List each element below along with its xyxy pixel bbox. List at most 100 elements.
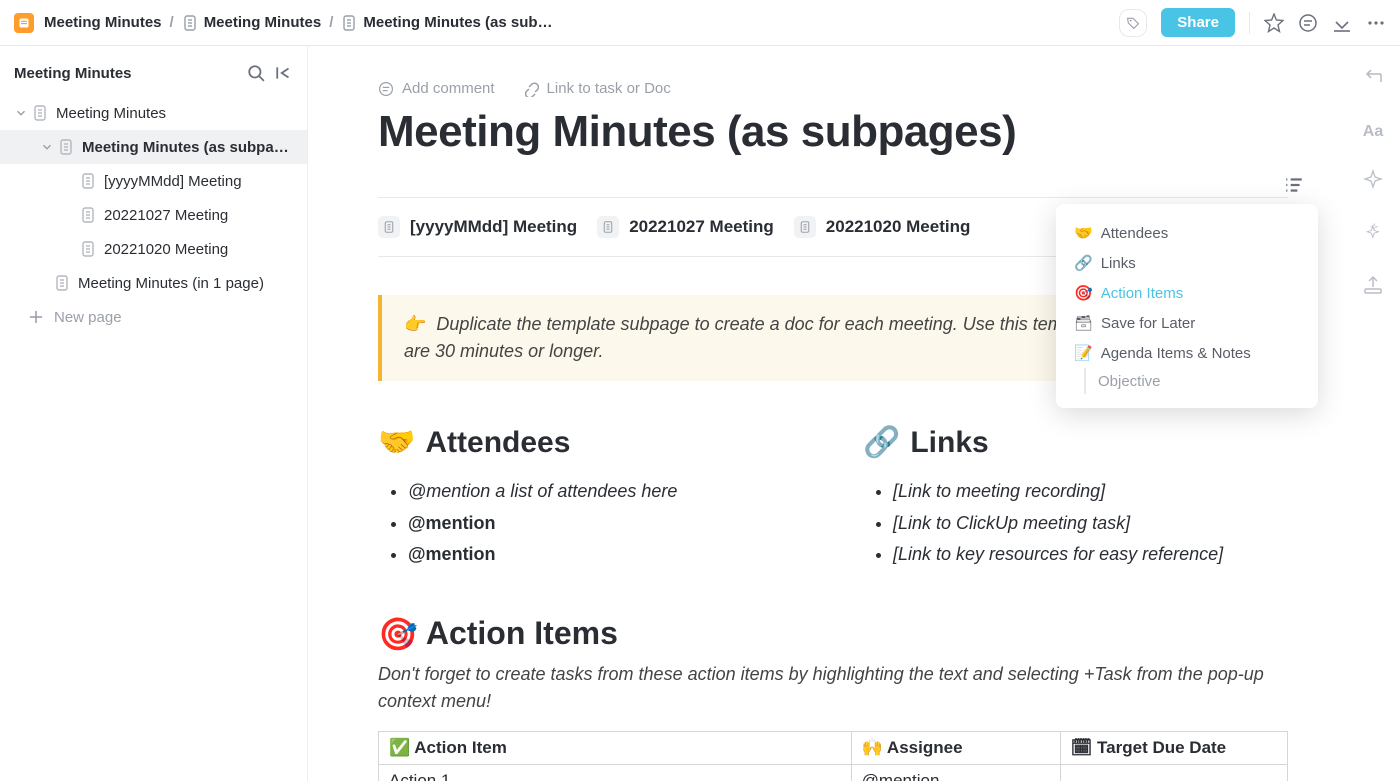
list-item[interactable]: [Link to meeting recording] [893,476,1288,508]
sidebar-title: Meeting Minutes [14,65,237,82]
comments-icon[interactable] [1298,13,1318,33]
tree-label: 20221020 Meeting [104,241,228,258]
table-header: 🗓 Target Due Date [1060,731,1287,764]
table-header: 🙌 Assignee [851,731,1060,764]
app-icon[interactable] [14,13,34,33]
attendees-section: 🤝Attendees @mention a list of attendees … [378,425,803,571]
toc-item-agenda[interactable]: 📝Agenda Items & Notes [1064,338,1310,368]
link-emoji-icon: 🔗 [863,425,900,460]
rail-outdent-icon[interactable] [1363,70,1383,95]
subpage-chip[interactable]: 20221027 Meeting [597,216,774,238]
divider [1249,12,1250,34]
tree-label: Meeting Minutes [56,105,166,122]
search-icon[interactable] [247,64,265,82]
section-subtext: Don't forget to create tasks from these … [378,661,1288,715]
doc-icon [80,241,96,257]
link-task-button[interactable]: Link to task or Doc [523,80,671,97]
tree-label: [yyyyMMdd] Meeting [104,173,242,190]
breadcrumb-sep: / [170,14,174,31]
download-icon[interactable] [1332,13,1352,33]
topbar: Meeting Minutes / Meeting Minutes / Meet… [0,0,1400,46]
subpage-label: 20221027 Meeting [629,217,774,237]
sidebar: Meeting Minutes Meeting Minutes Meeting … [0,46,308,781]
chevron-down-icon [14,106,28,120]
more-icon[interactable] [1366,13,1386,33]
table-cell[interactable]: Action 1 [379,764,852,781]
breadcrumb-root[interactable]: Meeting Minutes [44,14,162,31]
subpage-chip[interactable]: [yyyyMMdd] Meeting [378,216,577,238]
link-emoji-icon: 🔗 [1074,254,1093,272]
toc-icon [1284,176,1304,194]
rail-ai-icon[interactable] [1363,169,1383,194]
table-cell[interactable]: @mention [851,764,1060,781]
toc-item-attendees[interactable]: 🤝Attendees [1064,218,1310,248]
breadcrumb-label: Meeting Minutes [44,14,162,31]
subpage-label: [yyyyMMdd] Meeting [410,217,577,237]
main: Add comment Link to task or Doc Meeting … [308,46,1400,781]
toc-label: Attendees [1101,225,1169,242]
doc-icon [383,221,395,233]
subpage-chip[interactable]: 20221020 Meeting [794,216,971,238]
table-cell[interactable] [1060,764,1287,781]
plus-icon [28,309,44,325]
toc-label: Objective [1098,373,1161,390]
section-heading: Attendees [425,426,570,460]
doc-icon [182,15,198,31]
meta-label: Link to task or Doc [547,80,671,97]
rail-export-icon[interactable] [1363,275,1383,300]
doc-icon [80,173,96,189]
list-item[interactable]: [Link to ClickUp meeting task] [893,508,1288,540]
tree-label: Meeting Minutes (in 1 page) [78,275,264,292]
list-item[interactable]: @mention [408,539,803,571]
add-comment-button[interactable]: Add comment [378,80,495,97]
section-heading: Action Items [426,615,618,652]
point-right-icon: 👉 [404,314,426,334]
inbox-icon: 🗃 [1074,314,1093,332]
favorite-icon[interactable] [1264,13,1284,33]
tree-item-subpages[interactable]: Meeting Minutes (as subpages) [0,130,307,164]
collapse-sidebar-icon[interactable] [275,64,293,82]
toc-item-save-later[interactable]: 🗃Save for Later [1064,308,1310,338]
meta-label: Add comment [402,80,495,97]
list-item[interactable]: @mention [408,508,803,540]
page-title[interactable]: Meeting Minutes (as subpages) [378,107,1288,157]
toc-toggle[interactable] [1284,176,1304,199]
toc-item-action-items[interactable]: 🎯 Action Items [1064,278,1310,308]
list-item[interactable]: [Link to key resources for easy referenc… [893,539,1288,571]
links-section: 🔗 Links [Link to meeting recording] [Link… [863,425,1288,571]
table-row[interactable]: Action 1 @mention [379,764,1288,781]
tree-item-leaf[interactable]: 20221020 Meeting [0,232,307,266]
subpage-label: 20221020 Meeting [826,217,971,237]
doc-icon [80,207,96,223]
toc-item-links[interactable]: 🔗Links [1064,248,1310,278]
action-items-table: ✅ Action Item 🙌 Assignee 🗓 Target Due Da… [378,731,1288,781]
tree-item-root[interactable]: Meeting Minutes [0,96,307,130]
new-page-label: New page [54,309,122,326]
target-icon: 🎯 [1074,284,1093,302]
section-heading: Links [910,426,988,460]
breadcrumb-label: Meeting Minutes [204,14,322,31]
link-icon [523,81,539,97]
right-rail: Aa [1346,46,1400,781]
breadcrumb-current[interactable]: Meeting Minutes (as sub… [341,14,552,31]
share-button[interactable]: Share [1161,8,1235,37]
tree-label: Meeting Minutes (as subpages) [82,139,297,156]
comment-icon [378,81,394,97]
tree-item-leaf[interactable]: 20221027 Meeting [0,198,307,232]
doc-icon [58,139,74,155]
table-header: ✅ Action Item [379,731,852,764]
chevron-down-icon [40,140,54,154]
rail-sparkles-icon[interactable] [1363,222,1383,247]
toc-label: Action Items [1101,285,1184,302]
memo-icon: 📝 [1074,344,1093,362]
toc-item-objective[interactable]: Objective [1084,368,1310,394]
tag-button[interactable] [1119,9,1147,37]
doc-icon [54,275,70,291]
breadcrumb-mid[interactable]: Meeting Minutes [182,14,322,31]
list-item[interactable]: @mention a list of attendees here [408,476,803,508]
tree-item-sibling[interactable]: Meeting Minutes (in 1 page) [0,266,307,300]
target-icon: 🎯 [378,615,418,653]
new-page-button[interactable]: New page [0,300,307,334]
tree-item-leaf[interactable]: [yyyyMMdd] Meeting [0,164,307,198]
rail-typography-icon[interactable]: Aa [1363,123,1383,141]
